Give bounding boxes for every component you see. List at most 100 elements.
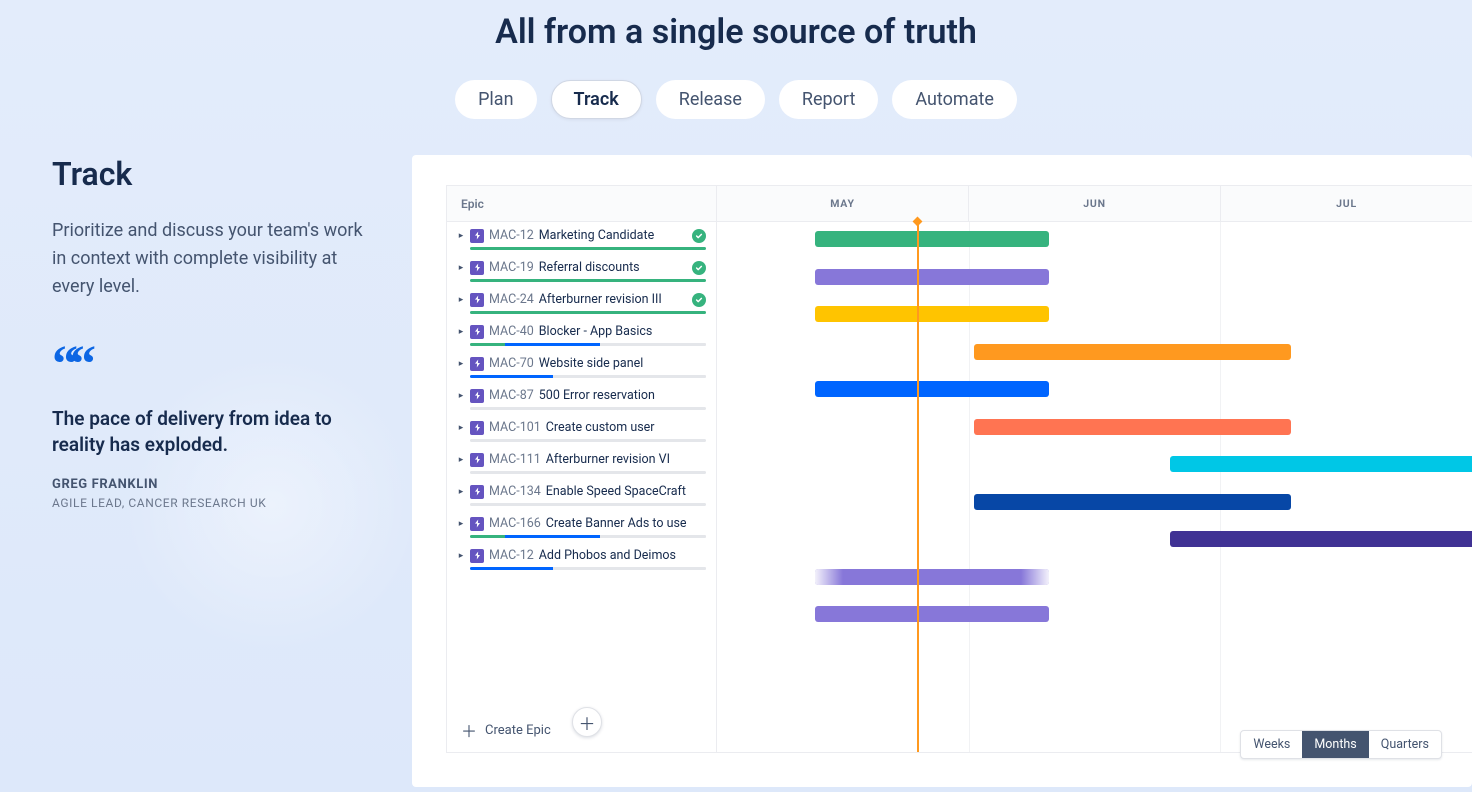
zoom-option-months[interactable]: Months (1302, 731, 1368, 758)
epic-title: Create custom user (546, 420, 655, 435)
epic-column-header: Epic (447, 186, 716, 222)
epic-progress-bar (470, 567, 706, 570)
section-description: Prioritize and discuss your team's work … (52, 217, 372, 301)
epic-progress-bar (470, 247, 706, 250)
tab-plan[interactable]: Plan (455, 80, 536, 119)
epic-title: Add Phobos and Deimos (539, 548, 676, 563)
month-header: JUN (968, 186, 1220, 221)
epic-row[interactable]: ▸ MAC-12 Marketing Candidate (447, 222, 716, 254)
chevron-right-icon[interactable]: ▸ (457, 423, 465, 433)
epic-type-icon (470, 421, 484, 435)
quote-author-name: GREG FRANKLIN (52, 477, 372, 492)
chevron-right-icon[interactable]: ▸ (457, 231, 465, 241)
epic-row[interactable]: ▸MAC-12Add Phobos and Deimos (447, 542, 716, 574)
epic-row[interactable]: ▸ MAC-166 Create Banner Ads to use (447, 510, 716, 542)
epic-row[interactable]: ▸MAC-70Website side panel (447, 350, 716, 382)
grid-line (969, 222, 970, 752)
epic-type-icon (470, 357, 484, 371)
month-header: MAY (717, 186, 968, 221)
timeline-bar[interactable] (974, 344, 1291, 360)
epic-type-icon (470, 261, 484, 275)
epic-key: MAC-166 (489, 516, 541, 531)
tab-automate[interactable]: Automate (892, 80, 1017, 119)
quote-icon: ““ (52, 349, 372, 380)
epic-type-icon (470, 389, 484, 403)
timeline-bar[interactable] (815, 269, 1049, 285)
epic-key: MAC-24 (489, 292, 534, 307)
epic-title: Blocker - App Basics (539, 324, 653, 339)
epic-key: MAC-134 (489, 484, 541, 499)
create-epic-label: Create Epic (485, 723, 551, 738)
add-fab-button[interactable]: ＋ (572, 707, 602, 737)
plus-icon: ＋ (579, 710, 596, 735)
quote-author-role: AGILE LEAD, CANCER RESEARCH UK (52, 496, 372, 510)
epic-title: Marketing Candidate (539, 228, 654, 243)
tab-report[interactable]: Report (779, 80, 878, 119)
tabs-bar: Plan Track Release Report Automate (0, 80, 1472, 119)
epic-type-icon (470, 325, 484, 339)
epic-progress-bar (470, 503, 706, 506)
epic-type-icon (470, 485, 484, 499)
timeline-bar[interactable] (974, 494, 1291, 510)
epic-title: Referral discounts (539, 260, 640, 275)
epic-progress-bar (470, 375, 706, 378)
epic-progress-bar (470, 279, 706, 282)
timeline-bar[interactable] (815, 569, 1049, 585)
chevron-right-icon[interactable]: ▸ (457, 487, 465, 497)
epic-progress-bar (470, 471, 706, 474)
zoom-option-quarters[interactable]: Quarters (1369, 731, 1441, 758)
epic-row[interactable]: ▸ MAC-24 Afterburner revision III (447, 286, 716, 318)
epic-row[interactable]: ▸ MAC-19 Referral discounts (447, 254, 716, 286)
chevron-right-icon[interactable]: ▸ (457, 295, 465, 305)
chevron-right-icon[interactable]: ▸ (457, 359, 465, 369)
chevron-right-icon[interactable]: ▸ (457, 519, 465, 529)
plus-icon: ＋ (461, 718, 477, 742)
done-check-icon (692, 229, 706, 243)
epic-type-icon (470, 229, 484, 243)
epic-row[interactable]: ▸ MAC-101 Create custom user (447, 414, 716, 446)
epic-key: MAC-101 (489, 420, 541, 435)
timeline-bar[interactable] (974, 419, 1291, 435)
epic-key: MAC-12 (489, 228, 534, 243)
epic-title: Enable Speed SpaceCraft (546, 484, 686, 499)
timeline-bar[interactable] (815, 606, 1049, 622)
timeline-bar[interactable] (1170, 456, 1472, 472)
epic-progress-bar (470, 535, 706, 538)
epic-title: Create Banner Ads to use (546, 516, 687, 531)
epic-type-icon (470, 549, 484, 563)
zoom-option-weeks[interactable]: Weeks (1241, 731, 1302, 758)
chevron-right-icon[interactable]: ▸ (457, 263, 465, 273)
epic-row[interactable]: ▸MAC-111Afterburner revision VI (447, 446, 716, 478)
chevron-right-icon[interactable]: ▸ (457, 551, 465, 561)
tab-track[interactable]: Track (551, 80, 642, 119)
zoom-toggle: WeeksMonthsQuarters (1240, 730, 1442, 759)
epic-title: Afterburner revision III (539, 292, 662, 307)
timeline-bar[interactable] (815, 231, 1049, 247)
done-check-icon (692, 293, 706, 307)
epic-type-icon (470, 517, 484, 531)
epic-progress-bar (470, 407, 706, 410)
timeline-bar[interactable] (1170, 531, 1472, 547)
epic-progress-bar (470, 439, 706, 442)
epic-row[interactable]: ▸ MAC-134 Enable Speed SpaceCraft (447, 478, 716, 510)
roadmap-panel: Epic ▸ MAC-12 Marketing Candidate ▸ MAC-19 Re… (412, 155, 1472, 787)
epic-type-icon (470, 453, 484, 467)
chevron-right-icon[interactable]: ▸ (457, 327, 465, 337)
epic-title: 500 Error reservation (539, 388, 655, 403)
epic-row[interactable]: ▸MAC-87500 Error reservation (447, 382, 716, 414)
chevron-right-icon[interactable]: ▸ (457, 455, 465, 465)
epic-row[interactable]: ▸MAC-40Blocker - App Basics (447, 318, 716, 350)
epic-title: Afterburner revision VI (546, 452, 670, 467)
today-marker-line (917, 222, 919, 752)
chevron-right-icon[interactable]: ▸ (457, 391, 465, 401)
epic-progress-bar (470, 311, 706, 314)
tab-release[interactable]: Release (656, 80, 765, 119)
epic-type-icon (470, 293, 484, 307)
done-check-icon (692, 261, 706, 275)
timeline-bar[interactable] (815, 381, 1049, 397)
epic-key: MAC-19 (489, 260, 534, 275)
timeline-bar[interactable] (815, 306, 1049, 322)
page-title: All from a single source of truth (0, 0, 1472, 80)
grid-line (1220, 222, 1221, 752)
quote-text: The pace of delivery from idea to realit… (52, 406, 372, 457)
